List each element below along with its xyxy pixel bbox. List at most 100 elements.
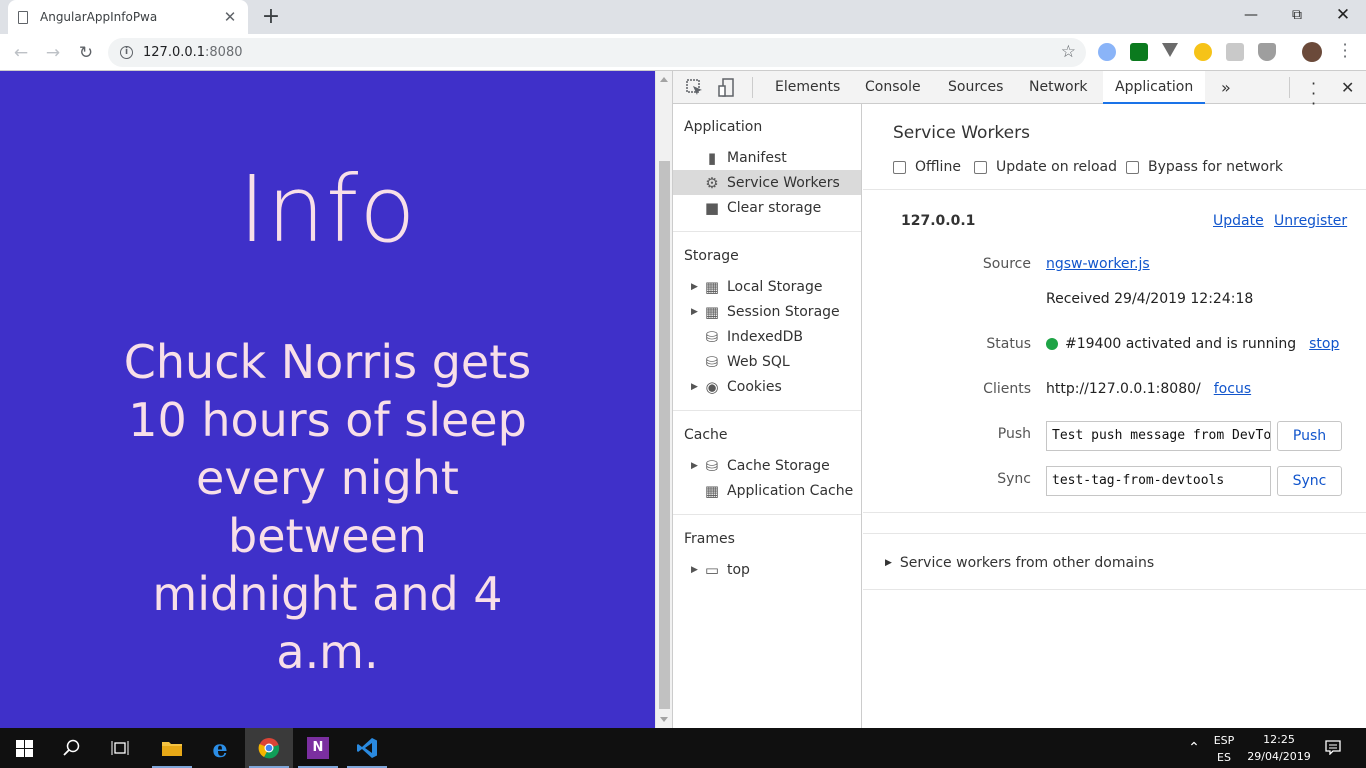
section-title-cache: Cache xyxy=(684,427,728,443)
status-value: #19400 activated and is running stop xyxy=(1046,336,1339,352)
more-tabs-icon[interactable]: » xyxy=(1209,71,1243,104)
devtools-menu-icon[interactable]: · · · xyxy=(1299,71,1328,112)
browser-tab[interactable]: AngularAppInfoPwa ✕ xyxy=(8,0,248,34)
sync-label: Sync xyxy=(997,471,1031,487)
sync-button[interactable]: Sync xyxy=(1277,466,1342,496)
close-tab-icon[interactable]: ✕ xyxy=(222,8,238,26)
close-window-button[interactable]: ✕ xyxy=(1320,0,1366,30)
close-devtools-icon[interactable]: ✕ xyxy=(1329,71,1366,104)
vue-devtools-icon[interactable] xyxy=(1162,43,1178,57)
show-hidden-icons-button[interactable]: ⌃ xyxy=(1184,728,1204,768)
input-language-indicator[interactable]: ESP ES xyxy=(1206,728,1242,768)
tab-sources[interactable]: Sources xyxy=(936,71,1015,104)
sidebar-item-service-workers[interactable]: ⚙ Service Workers xyxy=(673,170,861,195)
divider xyxy=(673,231,861,232)
vscode-button[interactable] xyxy=(343,728,391,768)
source-file-link[interactable]: ngsw-worker.js xyxy=(1046,256,1150,272)
clock[interactable]: 12:25 29/04/2019 xyxy=(1244,728,1314,768)
joke-line: 10 hours of sleep xyxy=(128,393,527,447)
extension-icon[interactable] xyxy=(1130,43,1148,61)
expand-arrow-icon[interactable]: ▶ xyxy=(691,382,703,392)
sidebar-item-label: Local Storage xyxy=(727,278,823,295)
checkbox-box[interactable] xyxy=(1126,160,1139,174)
start-button[interactable] xyxy=(0,728,48,768)
scroll-down-arrow[interactable] xyxy=(660,717,668,722)
tab-console[interactable]: Console xyxy=(853,71,933,104)
sidebar-item-top-frame[interactable]: ▶ ▭ top xyxy=(673,557,861,582)
sidebar-item-cookies[interactable]: ▶ ◉ Cookies xyxy=(673,374,861,399)
address-bar[interactable]: i 127.0.0.1:8080 ☆ xyxy=(108,38,1086,67)
grid-icon: ▦ xyxy=(704,277,720,296)
chrome-menu-icon[interactable]: · · · xyxy=(1340,37,1350,65)
inspect-element-icon[interactable] xyxy=(685,78,705,98)
action-center-button[interactable] xyxy=(1318,728,1348,768)
checkbox-box[interactable] xyxy=(974,160,987,174)
minimize-button[interactable]: — xyxy=(1228,0,1274,30)
extension-icon[interactable] xyxy=(1194,43,1212,61)
vscode-icon xyxy=(357,738,377,758)
devtools-panel: Elements Console Sources Network Applica… xyxy=(672,71,1366,728)
windows-logo-icon xyxy=(15,739,33,757)
edge-button[interactable]: e xyxy=(196,728,244,768)
expand-arrow-icon[interactable]: ▶ xyxy=(691,282,703,292)
expand-arrow-icon[interactable]: ▶ xyxy=(691,307,703,317)
sidebar-item-local-storage[interactable]: ▶ ▦ Local Storage xyxy=(673,274,861,299)
sidebar-item-label: Service Workers xyxy=(727,174,840,191)
tab-application[interactable]: Application xyxy=(1103,71,1206,104)
clients-value: http://127.0.0.1:8080/ focus xyxy=(1046,381,1251,397)
other-domains-toggle[interactable]: ▶ Service workers from other domains xyxy=(885,555,1154,571)
search-icon xyxy=(63,739,80,756)
unregister-link[interactable]: Unregister xyxy=(1274,213,1347,229)
onenote-button[interactable]: N xyxy=(294,728,342,768)
tab-network[interactable]: Network xyxy=(1017,71,1099,104)
page-scrollbar[interactable] xyxy=(655,71,672,728)
scrollbar-thumb[interactable] xyxy=(659,161,670,709)
push-button[interactable]: Push xyxy=(1277,421,1342,451)
shield-icon[interactable] xyxy=(1258,43,1276,61)
checkbox-box[interactable] xyxy=(893,160,906,174)
tab-elements[interactable]: Elements xyxy=(763,71,852,104)
expand-arrow-icon[interactable]: ▶ xyxy=(691,461,703,471)
update-link[interactable]: Update xyxy=(1213,213,1264,229)
info-icon[interactable]: i xyxy=(120,46,133,59)
expand-arrow-icon[interactable]: ▶ xyxy=(885,558,892,568)
angular-icon[interactable] xyxy=(1226,43,1244,61)
chrome-button[interactable] xyxy=(245,728,293,768)
sidebar-item-session-storage[interactable]: ▶ ▦ Session Storage xyxy=(673,299,861,324)
task-view-button[interactable] xyxy=(96,728,144,768)
sidebar-item-label: top xyxy=(727,561,750,578)
sidebar-item-indexeddb[interactable]: ⛁ IndexedDB xyxy=(673,324,861,349)
sidebar-item-application-cache[interactable]: ▦ Application Cache xyxy=(673,478,861,503)
divider xyxy=(673,410,861,411)
expand-arrow-icon[interactable]: ▶ xyxy=(691,565,703,575)
sync-tag-input[interactable]: test-tag-from-devtools xyxy=(1046,466,1271,496)
file-explorer-button[interactable] xyxy=(148,728,196,768)
update-on-reload-checkbox[interactable]: Update on reload xyxy=(974,159,1117,175)
push-message-input[interactable]: Test push message from DevTools. xyxy=(1046,421,1271,451)
bookmark-star-icon[interactable]: ☆ xyxy=(1061,42,1076,62)
status-indicator xyxy=(1046,338,1058,350)
reload-button[interactable]: ↻ xyxy=(73,40,99,66)
new-tab-button[interactable]: + xyxy=(258,4,284,30)
tab-title: AngularAppInfoPwa xyxy=(40,10,158,24)
divider xyxy=(863,189,1366,190)
scroll-up-arrow[interactable] xyxy=(660,77,668,82)
sidebar-item-label: Manifest xyxy=(727,149,787,166)
bypass-for-network-checkbox[interactable]: Bypass for network xyxy=(1126,159,1283,175)
stop-link[interactable]: stop xyxy=(1309,336,1339,352)
sidebar-item-cache-storage[interactable]: ▶ ⛁ Cache Storage xyxy=(673,453,861,478)
sidebar-item-clear-storage[interactable]: ■ Clear storage xyxy=(673,195,861,220)
offline-checkbox[interactable]: Offline xyxy=(893,159,961,175)
sidebar-item-web-sql[interactable]: ⛁ Web SQL xyxy=(673,349,861,374)
back-button[interactable]: ← xyxy=(8,40,34,66)
database-icon: ⛁ xyxy=(705,456,719,475)
sidebar-item-manifest[interactable]: ▮ Manifest xyxy=(673,145,861,170)
device-toolbar-icon[interactable] xyxy=(717,78,737,98)
forward-button[interactable]: → xyxy=(40,40,66,66)
avatar[interactable] xyxy=(1302,42,1322,62)
search-button[interactable] xyxy=(48,728,96,768)
extension-icon[interactable] xyxy=(1098,43,1116,61)
divider xyxy=(673,514,861,515)
focus-link[interactable]: focus xyxy=(1214,381,1251,397)
restore-button[interactable]: ⧉ xyxy=(1274,0,1320,30)
